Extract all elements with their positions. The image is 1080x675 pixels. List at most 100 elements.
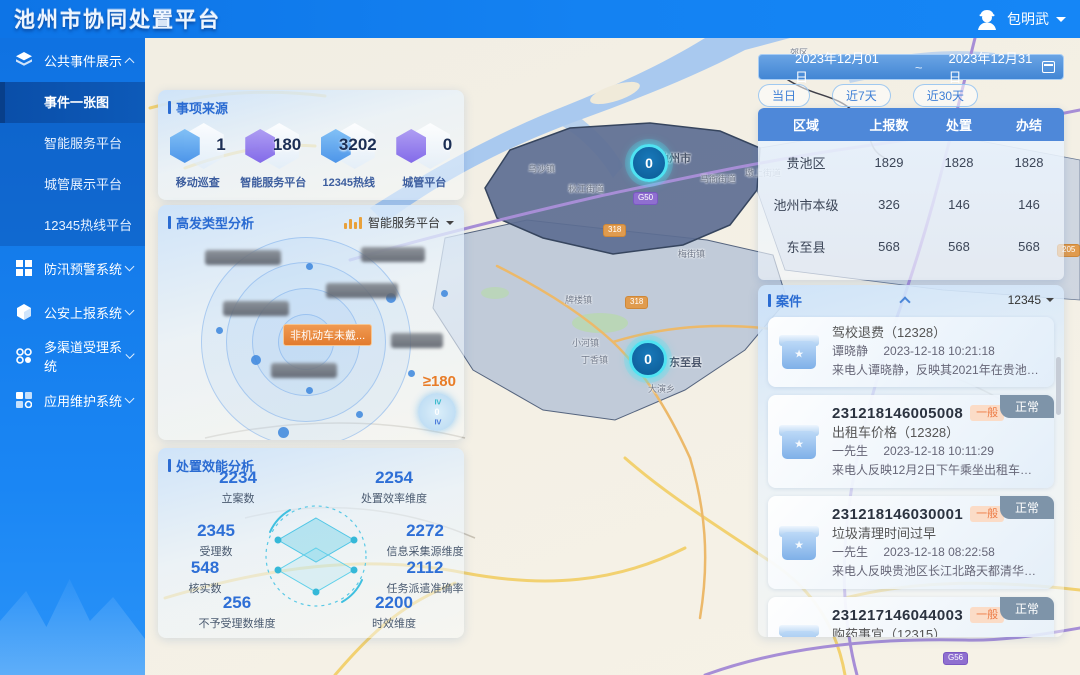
stat-dispatch-accuracy: 2112任务派遣准确率 xyxy=(360,558,464,596)
sidebar-group-public-events[interactable]: 公共事件展示 xyxy=(0,38,145,82)
sidebar-group-app-maintenance[interactable]: 应用维护系统 xyxy=(0,378,145,422)
sidebar-group-multichannel[interactable]: 多渠道受理系统 xyxy=(0,334,145,378)
map-label: 大演乡 xyxy=(648,382,675,395)
road-badge-g56: G56 xyxy=(943,652,968,665)
source-card-mobile-patrol[interactable]: 1 移动巡查 xyxy=(162,121,234,190)
sidebar-group-label: 多渠道受理系统 xyxy=(44,337,127,375)
chevron-down-icon xyxy=(1046,298,1054,306)
case-description: 来电人反映贵池区长江北路天都清华园小区4... xyxy=(832,562,1042,581)
source-count: 1 xyxy=(216,135,225,155)
stat-disposal-efficiency: 2254处置效率维度 xyxy=(329,468,459,506)
case-source-dropdown[interactable]: 12345 xyxy=(1008,293,1054,307)
grid-icon xyxy=(16,260,32,276)
quick-date-filters: 当日 近7天 近30天 xyxy=(758,84,1064,107)
case-id: 231217146044003 xyxy=(832,607,963,624)
sidebar-item-city-mgmt[interactable]: 城管展示平台 xyxy=(0,164,145,205)
road-badge-318: 318 xyxy=(603,224,626,237)
case-card[interactable]: 正常 231218146030001 一般 垃圾清理时间过早 一先生 2023-… xyxy=(768,496,1054,589)
map-cluster-marker[interactable]: 0 xyxy=(630,144,668,182)
blurred-type-label xyxy=(361,247,425,262)
source-card-12345-hotline[interactable]: 3202 12345热线 xyxy=(313,121,385,190)
case-box-icon xyxy=(778,623,820,637)
status-badge: 正常 xyxy=(1000,496,1054,519)
app-header: 池州市协同处置平台 包明武 xyxy=(0,0,1080,38)
sidebar-item-event-map[interactable]: 事件一张图 xyxy=(0,82,145,123)
sidebar-item-12345-hotline[interactable]: 12345热线平台 xyxy=(0,205,145,246)
sidebar-mountain-decoration xyxy=(0,555,145,675)
road-badge-318: 318 xyxy=(625,296,648,309)
sidebar-item-smart-service[interactable]: 智能服务平台 xyxy=(0,123,145,164)
map-label: 马衙街道 xyxy=(700,172,736,185)
user-menu[interactable]: 包明武 xyxy=(974,6,1066,32)
stat-accepted-count: 2345受理数 xyxy=(158,521,281,559)
case-id: 231218146005008 xyxy=(832,405,963,422)
source-label: 移动巡查 xyxy=(162,174,234,190)
source-card-smart-service[interactable]: 180 智能服务平台 xyxy=(237,121,309,190)
sidebar-group-label: 公安上报系统 xyxy=(44,303,122,322)
col-header-closed: 办结 xyxy=(994,115,1064,134)
filter-7days[interactable]: 近7天 xyxy=(832,84,891,107)
source-count: 0 xyxy=(443,135,452,155)
region-stats-table: 区域 上报数 处置 办结 贵池区1829 18281828 池州市本级326 1… xyxy=(758,108,1064,280)
sidebar-group-flood-warning[interactable]: 防汛预警系统 xyxy=(0,246,145,290)
case-reporter: 一先生 xyxy=(832,444,868,458)
case-title: 出租车价格（12328） xyxy=(832,423,1042,442)
case-meta: 一先生 2023-12-18 10:11:29 xyxy=(832,442,1042,461)
table-row[interactable]: 池州市本级326 146146 xyxy=(758,183,1064,225)
filter-30days[interactable]: 近30天 xyxy=(913,84,978,107)
high-frequency-types-panel: 高发类型分析 智能服务平台 非机动车未戴... ≥180 ≥ 0 ≥ xyxy=(158,205,464,440)
date-separator: ~ xyxy=(915,60,923,75)
calendar-icon[interactable] xyxy=(1042,61,1055,73)
case-list[interactable]: 驾校退费（12328） 谭晓静 2023-12-18 10:21:18 来电人谭… xyxy=(758,315,1064,637)
bubble-size-legend: ≥ 0 ≥ xyxy=(418,393,456,431)
map-label: 梅街镇 xyxy=(678,247,705,260)
map-label: 丁香镇 xyxy=(581,353,608,366)
case-card[interactable]: 正常 231217146044003 一般 购药事宜（12315） xyxy=(768,597,1054,637)
case-reporter: 谭晓静 xyxy=(832,344,868,358)
case-description: 来电人谭晓静，反映其2021年在贵池区白洋... xyxy=(832,361,1042,380)
map-label: 东至县 xyxy=(669,354,702,370)
table-header-row: 区域 上报数 处置 办结 xyxy=(758,108,1064,141)
sidebar-group-police-report[interactable]: 公安上报系统 xyxy=(0,290,145,334)
chevron-up-icon xyxy=(125,57,135,67)
case-id: 231218146030001 xyxy=(832,506,963,523)
case-box-icon xyxy=(778,524,820,562)
source-count: 3202 xyxy=(339,135,377,155)
case-title: 驾校退费（12328） xyxy=(832,323,1042,342)
case-time: 2023-12-18 08:22:58 xyxy=(883,545,994,559)
stat-rejected-count: 256不予受理数维度 xyxy=(172,593,302,631)
case-time: 2023-12-18 10:21:18 xyxy=(883,344,994,358)
sources-panel-title: 事项来源 xyxy=(158,90,464,117)
case-card[interactable]: 驾校退费（12328） 谭晓静 2023-12-18 10:21:18 来电人谭… xyxy=(768,317,1054,387)
scrollbar-thumb[interactable] xyxy=(1056,357,1061,415)
status-badge: 正常 xyxy=(1000,597,1054,620)
case-title: 垃圾清理时间过早 xyxy=(832,524,1042,543)
user-name: 包明武 xyxy=(1007,9,1049,29)
stat-verified-count: 548核实数 xyxy=(158,558,270,596)
map-cluster-marker[interactable]: 0 xyxy=(629,340,667,378)
source-label: 智能服务平台 xyxy=(237,174,309,190)
cube-icon xyxy=(16,304,32,320)
source-card-city-mgmt[interactable]: 0 城管平台 xyxy=(388,121,460,190)
blurred-type-label xyxy=(391,333,443,348)
collapse-chevron-icon[interactable] xyxy=(899,296,910,307)
source-count: 180 xyxy=(273,135,301,155)
blurred-type-label xyxy=(223,301,289,316)
date-range-picker[interactable]: 2023年12月01日 ~ 2023年12月31日 xyxy=(758,54,1064,80)
case-time: 2023-12-18 10:11:29 xyxy=(883,444,994,458)
case-card[interactable]: 正常 231218146005008 一般 出租车价格（12328） 一先生 2… xyxy=(768,395,1054,488)
filter-today[interactable]: 当日 xyxy=(758,84,810,107)
page-title: 池州市协同处置平台 xyxy=(14,4,221,34)
sidebar-nav: 公共事件展示 事件一张图 智能服务平台 城管展示平台 12345热线平台 防汛预… xyxy=(0,38,145,675)
road-badge-g50: G50 xyxy=(633,192,658,205)
table-row[interactable]: 东至县568 568568 xyxy=(758,225,1064,267)
sidebar-group-label: 应用维护系统 xyxy=(44,391,122,410)
table-row[interactable]: 石台县150 150150 xyxy=(758,267,1064,280)
chevron-down-icon xyxy=(125,262,135,272)
table-row[interactable]: 贵池区1829 18281828 xyxy=(758,141,1064,183)
types-bubble-chart: 非机动车未戴... ≥180 ≥ 0 ≥ xyxy=(158,205,464,440)
chevron-down-icon xyxy=(125,306,135,316)
date-start[interactable]: 2023年12月01日 xyxy=(795,48,889,86)
type-label-highlighted[interactable]: 非机动车未戴... xyxy=(283,324,372,346)
date-end[interactable]: 2023年12月31日 xyxy=(948,48,1042,86)
